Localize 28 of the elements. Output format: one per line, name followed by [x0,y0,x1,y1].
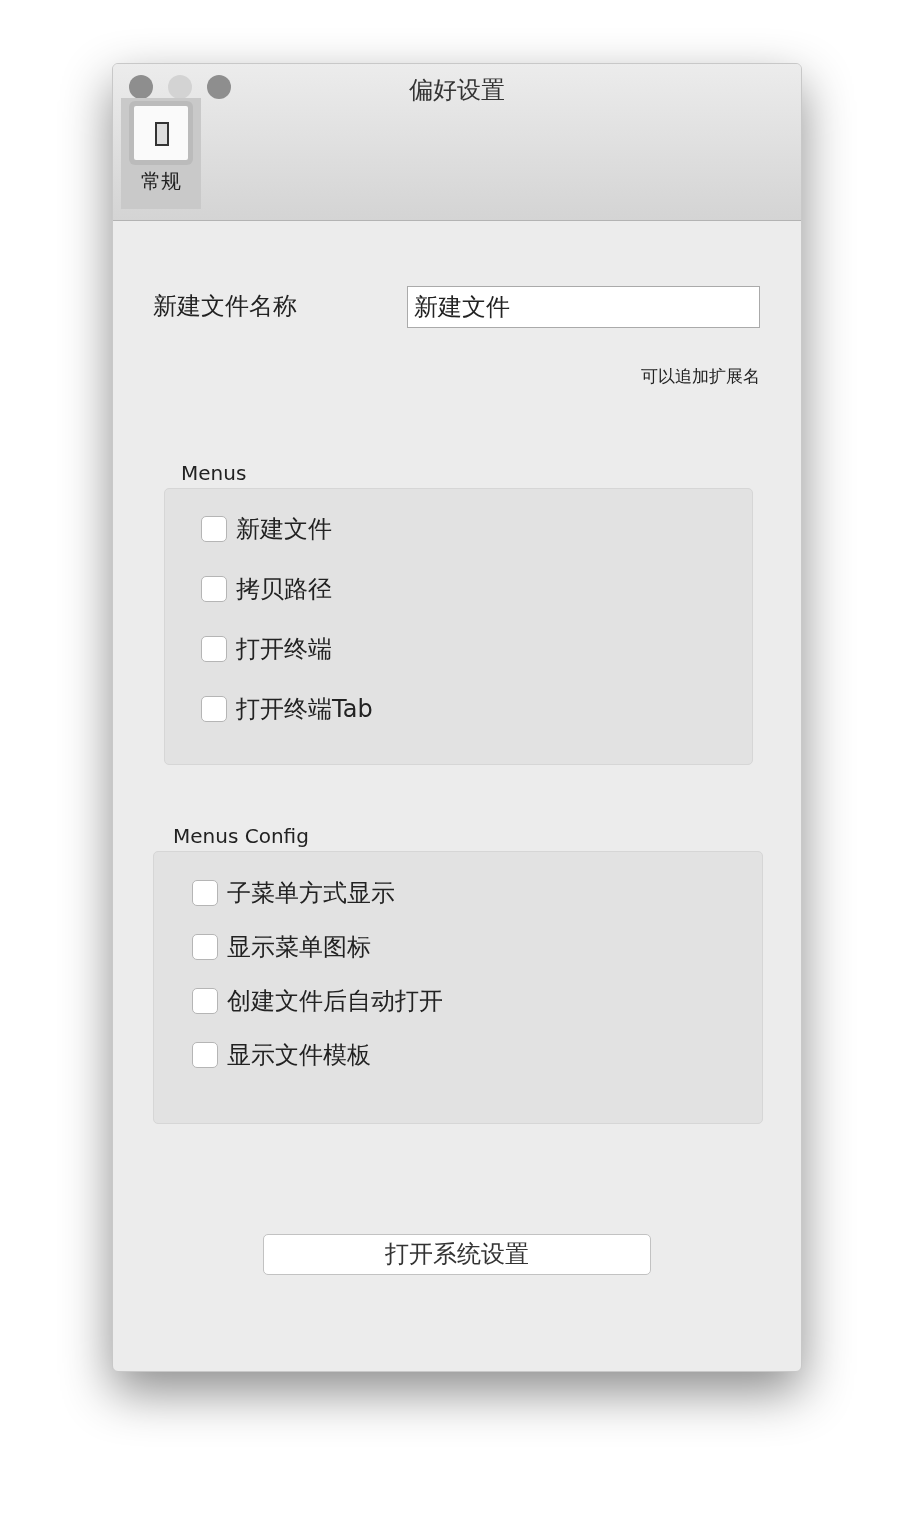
checkbox-label: 打开终端 [236,635,332,662]
checkbox[interactable] [201,695,227,722]
checkbox-label: 打开终端Tab [236,695,373,722]
checkbox-label: 新建文件 [236,515,332,542]
general-tab[interactable]: 常规 [121,98,201,209]
field-label: 新建文件名称 [153,291,298,322]
open-system-settings-button[interactable]: 打开系统设置 [262,1233,651,1275]
input-field[interactable]: 新建文件 [406,286,760,328]
checkbox[interactable] [201,635,227,662]
window-title: 偏好设置 [409,76,505,104]
checkbox-label: 子菜单方式显示 [227,879,395,906]
checkbox-label: 创建文件后自动打开 [227,987,443,1014]
switch-icon [126,98,196,168]
minimize-button[interactable] [168,75,192,99]
checkbox-label: 显示菜单图标 [227,933,371,960]
checkbox[interactable] [201,515,227,542]
checkbox-label: 显示文件模板 [227,1041,371,1068]
close-button[interactable] [129,75,153,99]
group-title: Menus [181,460,247,485]
checkbox[interactable] [192,1041,218,1068]
group-title: Menus Config [173,823,309,848]
checkbox[interactable] [192,933,218,960]
hint-text: 可以追加扩展名 [641,365,760,388]
zoom-button[interactable] [207,75,231,99]
checkbox[interactable] [192,879,218,906]
checkbox[interactable] [201,575,227,602]
checkbox[interactable] [192,987,218,1014]
checkbox-label: 拷贝路径 [236,575,332,602]
